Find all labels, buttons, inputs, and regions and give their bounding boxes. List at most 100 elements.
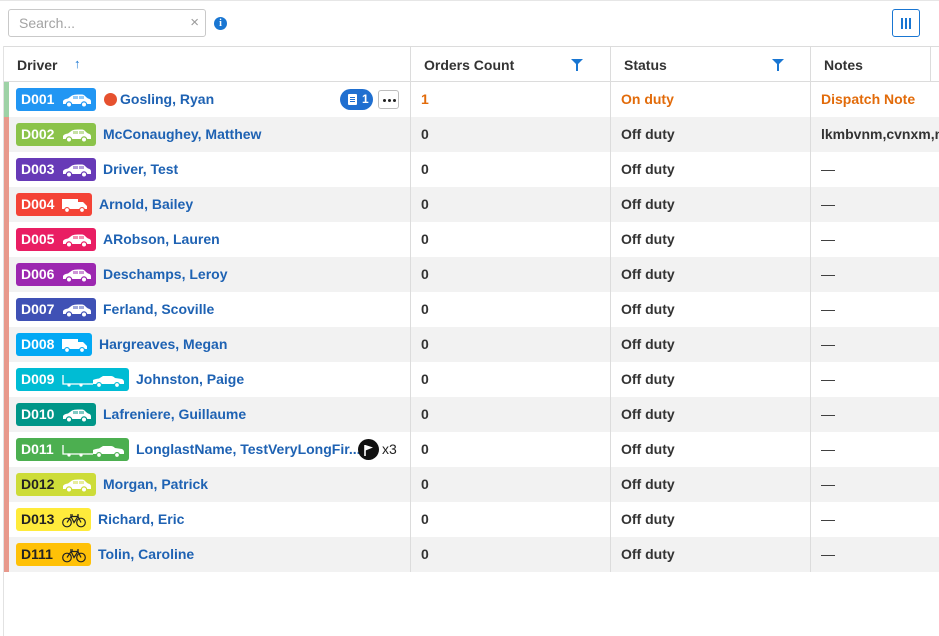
table-row[interactable]: D010 Lafreniere, Guillaume 0 Off duty — xyxy=(4,397,939,432)
orders-count-cell: 0 xyxy=(411,117,611,152)
orders-count-cell: 0 xyxy=(411,257,611,292)
search-input[interactable] xyxy=(9,10,189,36)
status-stripe xyxy=(4,82,9,117)
flag-icon[interactable] xyxy=(358,439,379,460)
columns-button[interactable] xyxy=(892,9,920,37)
table-row[interactable]: D001 Gosling, Ryan 1 1 On duty Dispatch Note xyxy=(4,82,939,117)
table-row[interactable]: D012 Morgan, Patrick 0 Off duty — xyxy=(4,467,939,502)
more-options-button[interactable] xyxy=(378,90,399,109)
table-row[interactable]: D013 Richard, Eric 0 Off duty — xyxy=(4,502,939,537)
driver-badge[interactable]: D008 xyxy=(16,333,92,356)
column-header-label: Orders Count xyxy=(424,57,515,73)
table-row[interactable]: D009 Johnston, Paige 0 Off duty — xyxy=(4,362,939,397)
driver-badge[interactable]: D001 xyxy=(16,88,96,111)
grid-body: D001 Gosling, Ryan 1 1 On duty Dispatch Note D… xyxy=(4,82,939,572)
status-cell: Off duty xyxy=(611,117,811,152)
driver-name-link[interactable]: Ferland, Scoville xyxy=(103,292,214,327)
trailer-icon xyxy=(61,372,125,395)
driver-badge[interactable]: D111 xyxy=(16,543,91,566)
status-cell: Off duty xyxy=(611,502,811,537)
column-header-orders-count[interactable]: Orders Count xyxy=(411,47,611,81)
driver-name-link[interactable]: Gosling, Ryan xyxy=(120,82,214,117)
driver-name-link[interactable]: Driver, Test xyxy=(103,152,178,187)
table-row[interactable]: D007 Ferland, Scoville 0 Off duty — xyxy=(4,292,939,327)
column-header-driver[interactable]: Driver ↑ xyxy=(4,47,411,81)
table-row[interactable]: D008 Hargreaves, Megan 0 Off duty — xyxy=(4,327,939,362)
driver-badge[interactable]: D009 xyxy=(16,368,129,391)
driver-cell: D002 McConaughey, Matthew xyxy=(4,117,411,152)
driver-name-link[interactable]: Arnold, Bailey xyxy=(99,187,193,222)
notes-cell: — xyxy=(821,301,835,317)
notes-cell: — xyxy=(821,546,835,562)
status-cell: Off duty xyxy=(611,537,811,572)
car-icon xyxy=(61,267,92,290)
status-stripe xyxy=(4,327,9,362)
driver-code: D007 xyxy=(21,301,55,317)
driver-cell: D003 Driver, Test xyxy=(4,152,411,187)
driver-badge[interactable]: D007 xyxy=(16,298,96,321)
driver-code: D008 xyxy=(21,336,55,352)
driver-name-link[interactable]: Richard, Eric xyxy=(98,502,184,537)
driver-badge[interactable]: D010 xyxy=(16,403,96,426)
orders-count-cell: 1 xyxy=(411,82,611,117)
trailer-icon xyxy=(61,442,125,465)
table-row[interactable]: D005 ARobson, Lauren 0 Off duty — xyxy=(4,222,939,257)
orders-count-cell: 0 xyxy=(411,187,611,222)
column-header-label: Status xyxy=(624,57,667,73)
driver-badge[interactable]: D012 xyxy=(16,473,96,496)
sort-ascending-icon[interactable]: ↑ xyxy=(74,46,81,82)
notes-cell: — xyxy=(821,266,835,282)
driver-name-link[interactable]: ARobson, Lauren xyxy=(103,222,220,257)
status-cell: Off duty xyxy=(611,187,811,222)
driver-code: D003 xyxy=(21,161,55,177)
flag-count: x3 xyxy=(382,441,397,457)
status-stripe xyxy=(4,222,9,257)
table-row[interactable]: D111 Tolin, Caroline 0 Off duty — xyxy=(4,537,939,572)
driver-badge[interactable]: D002 xyxy=(16,123,96,146)
status-stripe xyxy=(4,397,9,432)
column-header-status[interactable]: Status xyxy=(611,47,811,81)
driver-name-link[interactable]: Deschamps, Leroy xyxy=(103,257,228,292)
driver-name-link[interactable]: Morgan, Patrick xyxy=(103,467,208,502)
table-row[interactable]: D004 Arnold, Bailey 0 Off duty — xyxy=(4,187,939,222)
driver-cell: D005 ARobson, Lauren xyxy=(4,222,411,257)
driver-badge[interactable]: D013 xyxy=(16,508,91,531)
truck-icon xyxy=(61,197,88,220)
order-count-badge[interactable]: 1 xyxy=(340,89,373,110)
driver-name-link[interactable]: Tolin, Caroline xyxy=(98,537,194,572)
clear-search-icon[interactable]: × xyxy=(190,14,199,32)
driver-code: D010 xyxy=(21,406,55,422)
car-icon xyxy=(61,127,92,150)
driver-badge[interactable]: D011 xyxy=(16,438,129,461)
columns-icon-bar xyxy=(909,18,911,29)
notes-cell: — xyxy=(821,441,835,457)
notes-cell: — xyxy=(821,196,835,212)
truck-icon xyxy=(61,337,88,360)
table-row[interactable]: D002 McConaughey, Matthew 0 Off duty lkmbvnm… xyxy=(4,117,939,152)
info-icon[interactable]: i xyxy=(214,17,227,30)
orders-count-cell: 0 xyxy=(411,502,611,537)
driver-name-link[interactable]: Johnston, Paige xyxy=(136,362,244,397)
status-cell: Off duty xyxy=(611,152,811,187)
driver-name-link[interactable]: Hargreaves, Megan xyxy=(99,327,227,362)
driver-badge[interactable]: D005 xyxy=(16,228,96,251)
filter-icon[interactable] xyxy=(571,59,583,71)
driver-name-link[interactable]: LonglastName, TestVeryLongFir... xyxy=(136,432,361,467)
car-icon xyxy=(61,232,92,255)
document-icon xyxy=(348,94,357,105)
driver-name-link[interactable]: McConaughey, Matthew xyxy=(103,117,261,152)
status-cell: Off duty xyxy=(611,222,811,257)
notes-cell: Dispatch Note xyxy=(821,91,916,107)
search-box[interactable]: × xyxy=(8,9,206,37)
filter-icon[interactable] xyxy=(772,59,784,71)
driver-badge[interactable]: D004 xyxy=(16,193,92,216)
table-row[interactable]: D003 Driver, Test 0 Off duty — xyxy=(4,152,939,187)
column-header-notes[interactable]: Notes xyxy=(811,47,931,81)
driver-name-link[interactable]: Lafreniere, Guillaume xyxy=(103,397,246,432)
table-row[interactable]: D006 Deschamps, Leroy 0 Off duty — xyxy=(4,257,939,292)
status-cell: Off duty xyxy=(611,257,811,292)
driver-code: D013 xyxy=(21,511,55,527)
table-row[interactable]: D011 LonglastName, TestVeryLongFir... x3 0 O… xyxy=(4,432,939,467)
driver-badge[interactable]: D006 xyxy=(16,263,96,286)
driver-badge[interactable]: D003 xyxy=(16,158,96,181)
